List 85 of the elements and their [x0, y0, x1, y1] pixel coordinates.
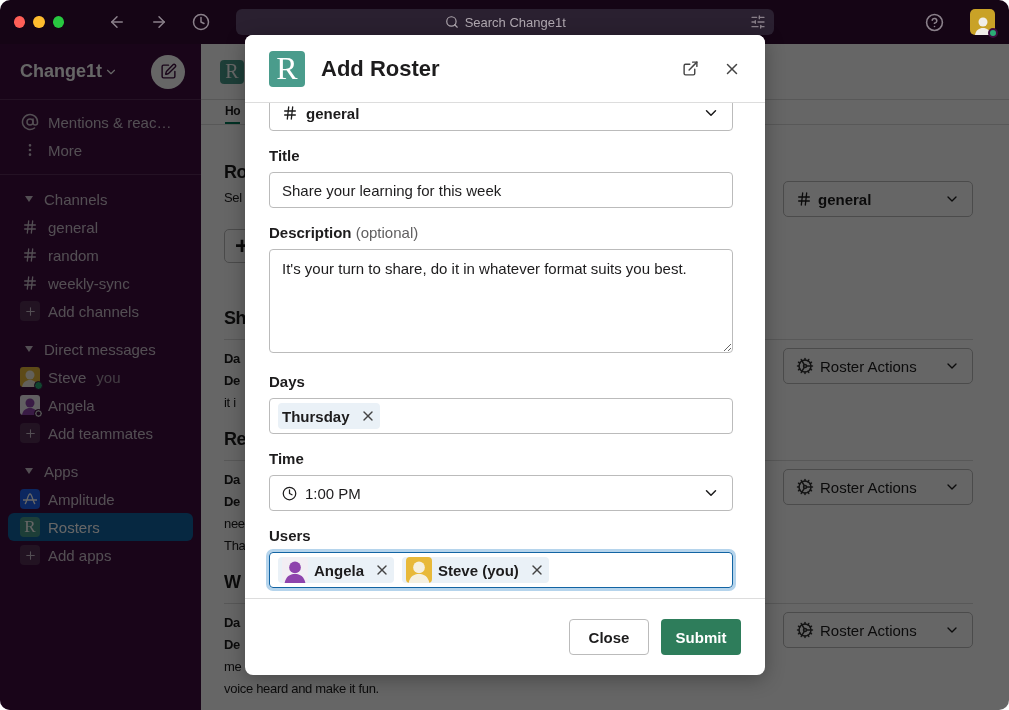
field-label: Users	[269, 527, 312, 544]
clock-icon	[282, 485, 297, 501]
field-label: Time	[269, 450, 305, 467]
sidebar-item[interactable]: Mentions & reac…	[48, 113, 172, 131]
section-heading: W	[224, 571, 241, 594]
section-heading: Sh	[224, 307, 246, 330]
avatar-icon	[20, 367, 40, 387]
sidebar-item[interactable]: Amplitude	[8, 485, 193, 513]
hash-icon	[282, 105, 298, 121]
gear-icon	[796, 478, 814, 496]
search-field[interactable]: Search Change1t	[236, 9, 775, 35]
roster-text: Da	[224, 471, 241, 489]
close-button[interactable]: Close	[569, 619, 649, 655]
roster-text: Tha	[224, 537, 246, 555]
wave-icon	[20, 489, 40, 509]
sidebar-item[interactable]: Add channels	[8, 297, 193, 325]
plus-icon	[20, 423, 40, 443]
channel-select[interactable]: general	[269, 103, 733, 131]
zoom-icon[interactable]	[52, 16, 65, 28]
search-placeholder: Search Change1t	[464, 14, 566, 30]
search-icon	[444, 15, 459, 29]
multi-select-field[interactable]: Angela Steve (you)	[269, 552, 733, 588]
roster-text: De	[224, 372, 241, 390]
sidebar-item[interactable]: weekly-sync	[8, 269, 193, 297]
sidebar-item[interactable]: random	[8, 241, 193, 269]
roster-actions-select[interactable]: Roster Actions	[783, 469, 973, 505]
selected-chip[interactable]: Thursday	[278, 403, 380, 429]
history-icon[interactable]	[192, 13, 211, 31]
compose-button[interactable]	[151, 54, 185, 89]
roster-actions-select[interactable]: Roster Actions	[783, 612, 973, 648]
sidebar-item[interactable]: Angela	[8, 391, 193, 419]
sidebar-item[interactable]: Add apps	[8, 541, 193, 569]
minimize-icon[interactable]	[33, 16, 45, 28]
roster-text: De	[224, 493, 241, 511]
selected-chip[interactable]: Steve (you)	[402, 557, 549, 583]
user-avatar[interactable]	[970, 9, 995, 35]
roster-text: me	[224, 658, 242, 676]
section-title[interactable]: Apps	[44, 462, 79, 480]
roster-text: Sel	[224, 189, 242, 207]
close-window-icon[interactable]	[14, 16, 26, 28]
hash-icon	[22, 219, 38, 235]
dialog-title: Add Roster	[321, 55, 441, 82]
sidebar-item[interactable]: general	[8, 213, 193, 241]
external-link-icon[interactable]	[682, 60, 699, 77]
workspace-name[interactable]: Change1t	[20, 61, 118, 82]
section-title[interactable]: Direct messages	[44, 340, 156, 358]
avatar-icon	[20, 395, 40, 415]
tab[interactable]: Ho	[225, 100, 241, 124]
roster-text: Da	[224, 614, 241, 632]
plus-icon	[20, 545, 40, 565]
roster-actions-select[interactable]: Roster Actions	[783, 348, 973, 384]
field-label: Days	[269, 373, 306, 390]
gear-icon	[796, 357, 814, 375]
gear-icon	[796, 621, 814, 639]
app-logo: R	[20, 517, 40, 537]
roster-text: voice heard and make it fun.	[224, 680, 379, 698]
help-icon[interactable]	[925, 12, 945, 32]
field-label: Title	[269, 147, 301, 164]
hash-icon	[22, 275, 38, 291]
plus-icon	[20, 301, 40, 321]
time-select[interactable]: 1:00 PM	[269, 475, 733, 511]
channel-select[interactable]: general	[783, 181, 973, 217]
section-title[interactable]: Channels	[44, 190, 108, 208]
section-heading: Re	[224, 428, 246, 451]
app-logo: R	[269, 50, 305, 87]
filter-icon[interactable]	[750, 14, 767, 30]
roster-text: nee	[224, 515, 245, 533]
field-label: Description (optional)	[269, 224, 420, 241]
title-field[interactable]: Share your learning for this week	[269, 172, 733, 208]
roster-text: it i	[224, 394, 236, 412]
roster-text: De	[224, 636, 241, 654]
hash-icon	[22, 247, 38, 263]
sidebar-item[interactable]: Steve you	[8, 363, 193, 391]
submit-button[interactable]: Submit	[661, 619, 741, 655]
at-icon	[21, 113, 39, 131]
roster-text: Da	[224, 350, 241, 368]
description-field[interactable]: It's your turn to share, do it in whatever format suits you best.	[269, 249, 733, 353]
app-logo: R	[220, 59, 244, 84]
sidebar-item[interactable]: R Rosters	[8, 513, 193, 541]
hash-icon	[796, 191, 812, 207]
multi-select-field[interactable]: Thursday	[269, 398, 733, 434]
compose-icon	[159, 63, 177, 80]
selected-chip[interactable]: Angela	[278, 557, 394, 583]
sidebar-item[interactable]: Add teammates	[8, 419, 193, 447]
sidebar-item[interactable]: More	[48, 141, 83, 159]
